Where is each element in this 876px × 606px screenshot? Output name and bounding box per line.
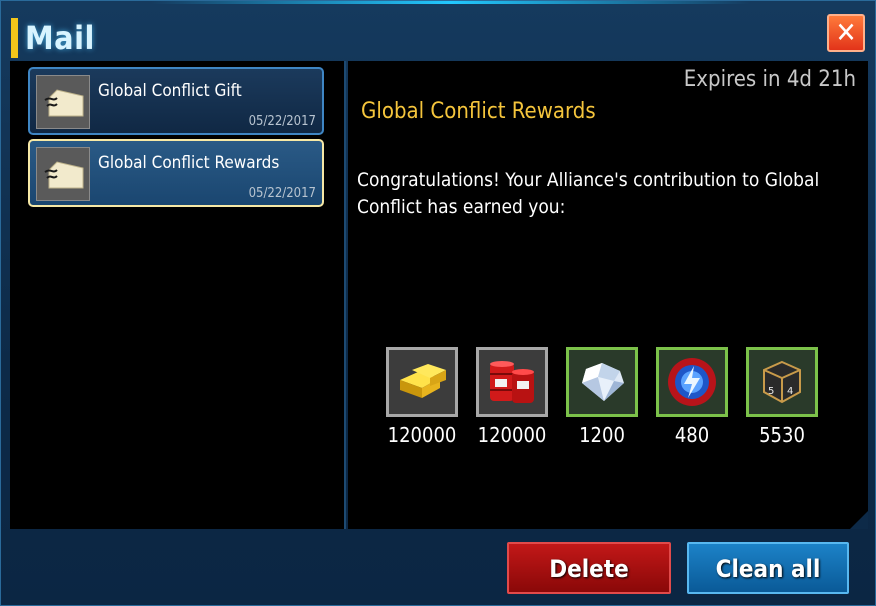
reward-item[interactable]: 480 xyxy=(656,347,728,447)
gift-ticket-icon xyxy=(36,147,90,201)
mail-item-date: 05/22/2017 xyxy=(248,186,316,201)
mail-window: Mail ✕ Global Conflict Gift 05/22/2017 G… xyxy=(0,0,876,606)
reward-item[interactable]: 120000 xyxy=(476,347,548,447)
close-button[interactable]: ✕ xyxy=(827,14,865,52)
clean-all-button[interactable]: Clean all xyxy=(687,542,849,594)
mail-item-title: Global Conflict Rewards xyxy=(98,153,280,173)
reward-items: 120000 120000 1200 480 5 4 5530 xyxy=(386,347,846,457)
gift-ticket-icon xyxy=(36,75,90,129)
reward-quantity: 5530 xyxy=(759,423,805,447)
mail-item-rewards[interactable]: Global Conflict Rewards 05/22/2017 xyxy=(28,139,324,207)
reward-item[interactable]: 120000 xyxy=(386,347,458,447)
mail-item-gift[interactable]: Global Conflict Gift 05/22/2017 xyxy=(28,67,324,135)
top-glow-line xyxy=(151,1,751,4)
mail-detail-panel: Expires in 4d 21h Global Conflict Reward… xyxy=(348,61,868,529)
diamond-icon xyxy=(566,347,638,417)
svg-text:4: 4 xyxy=(787,386,793,397)
delete-button[interactable]: Delete xyxy=(507,542,671,594)
oil-barrels-icon xyxy=(476,347,548,417)
panel-corner xyxy=(850,511,868,529)
reward-quantity: 120000 xyxy=(387,423,457,447)
mail-body: Congratulations! Your Alliance's contrib… xyxy=(357,169,820,218)
title-bar: Mail xyxy=(1,7,876,59)
gold-bars-icon xyxy=(386,347,458,417)
reward-quantity: 120000 xyxy=(477,423,547,447)
title-accent-bar xyxy=(11,18,18,58)
reward-quantity: 480 xyxy=(674,423,710,447)
mail-item-date: 05/22/2017 xyxy=(248,114,316,129)
reward-item[interactable]: 5 4 5530 xyxy=(746,347,818,447)
energy-orb-icon xyxy=(656,347,728,417)
close-icon: ✕ xyxy=(835,16,857,49)
reward-item[interactable]: 1200 xyxy=(566,347,638,447)
window-title: Mail xyxy=(25,19,95,57)
mail-subject: Global Conflict Rewards xyxy=(361,99,596,124)
expiry-text: Expires in 4d 21h xyxy=(683,67,856,92)
reward-quantity: 1200 xyxy=(579,423,625,447)
dice-box-icon: 5 4 xyxy=(746,347,818,417)
mail-list-panel: Global Conflict Gift 05/22/2017 Global C… xyxy=(10,61,346,529)
mail-item-title: Global Conflict Gift xyxy=(98,81,242,101)
svg-text:5: 5 xyxy=(768,386,774,397)
